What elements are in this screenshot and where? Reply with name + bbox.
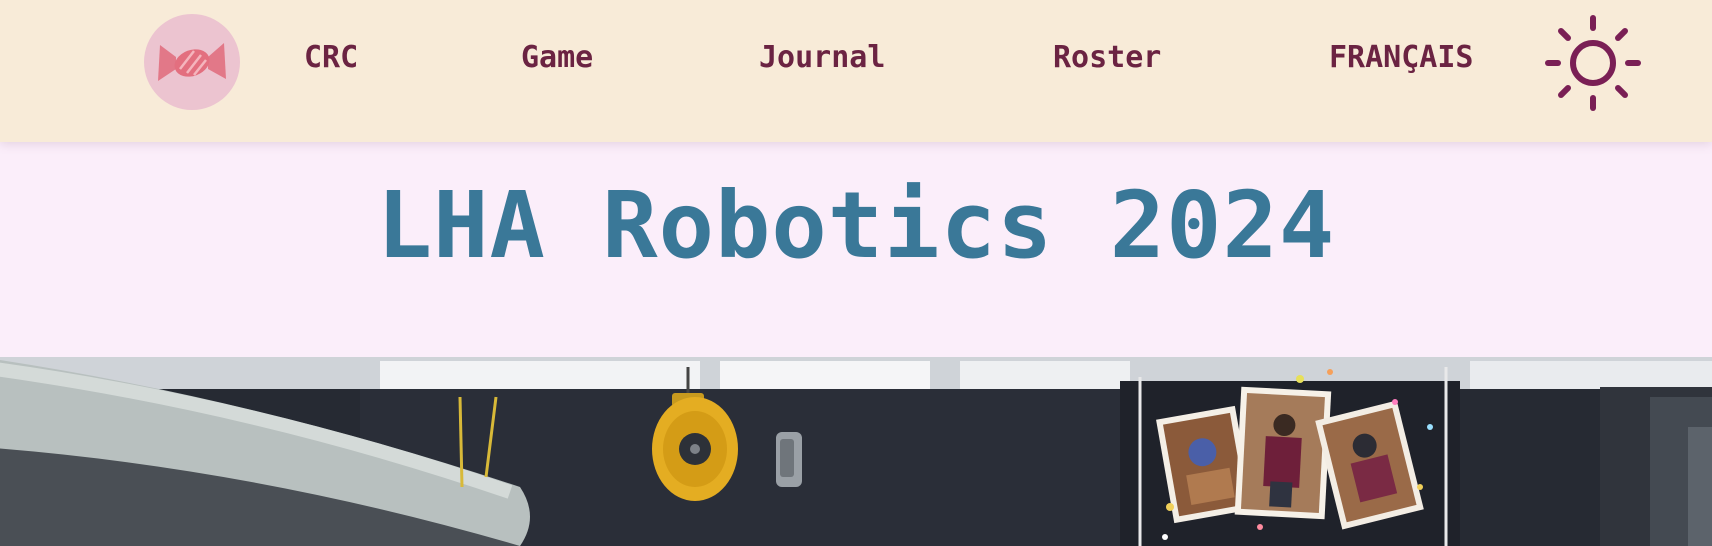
nav-link-crc[interactable]: CRC xyxy=(304,40,358,75)
candy-icon xyxy=(158,43,226,81)
nav-link-journal[interactable]: Journal xyxy=(759,40,885,75)
page-title: LHA Robotics 2024 xyxy=(376,172,1336,279)
home-logo-link[interactable] xyxy=(144,14,240,110)
nav-link-francais[interactable]: FRANÇAIS xyxy=(1329,40,1474,75)
nav-link-roster[interactable]: Roster xyxy=(1053,40,1161,75)
sun-icon xyxy=(1545,15,1641,111)
theme-toggle-button[interactable] xyxy=(1544,14,1642,112)
top-navbar: CRC Game Journal Roster FRANÇAIS xyxy=(0,0,1712,142)
robotics-workshop-photo xyxy=(0,357,1712,546)
hero-section: LHA Robotics 2024 xyxy=(0,142,1712,357)
nav-link-game[interactable]: Game xyxy=(521,40,593,75)
